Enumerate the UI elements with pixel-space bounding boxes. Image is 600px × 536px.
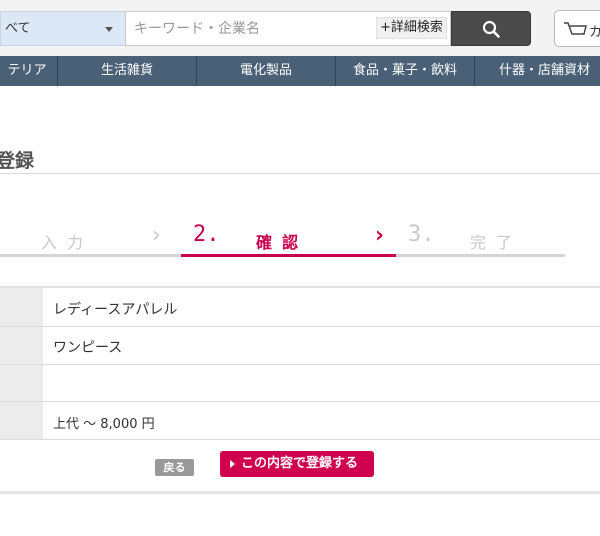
nav-item-store-supplies[interactable]: 什器・店舗資材: [474, 56, 600, 86]
step-2-label: 確認: [256, 233, 309, 252]
table-row: ワンピース: [0, 327, 600, 365]
table-header-cell: [0, 402, 43, 439]
step-active-marker: [181, 254, 396, 257]
step-1-label: 入力: [41, 233, 94, 252]
chevron-right-icon: ›: [375, 223, 385, 248]
category-nav: テリア 生活雑貨 電化製品 食品・菓子・飲料 什器・店舗資材: [0, 56, 600, 86]
table-cell: 上代 〜 8,000 円: [53, 417, 155, 432]
chevron-right-icon: ›: [152, 223, 161, 248]
step-2-number: 2.: [193, 222, 220, 247]
advanced-search-link[interactable]: +詳細検索: [376, 17, 447, 39]
cart-icon: [564, 22, 587, 35]
nav-item-food[interactable]: 食品・菓子・飲料: [335, 56, 474, 86]
nav-item-electronics[interactable]: 電化製品: [196, 56, 335, 86]
submit-button[interactable]: この内容で登録する: [220, 451, 374, 477]
cart-button[interactable]: カ: [554, 10, 600, 47]
step-3-label: 完了: [470, 233, 523, 252]
table-header-cell: [0, 365, 43, 401]
category-select[interactable]: べて: [0, 11, 125, 46]
nav-item-household-goods[interactable]: 生活雑貨: [57, 56, 196, 86]
divider: [0, 173, 600, 174]
page-title: 登録: [0, 150, 35, 172]
play-icon: [230, 460, 235, 468]
submit-label: この内容で登録する: [241, 456, 359, 471]
table-row: レディースアパレル: [0, 288, 600, 327]
table-row: 上代 〜 8,000 円: [0, 402, 600, 440]
caret-down-icon: [105, 27, 113, 32]
divider: [0, 491, 600, 494]
search-bar: べて +詳細検索 カ: [0, 0, 600, 56]
category-select-value: べて: [5, 21, 31, 36]
table-row: [0, 365, 600, 402]
nav-item-interior[interactable]: テリア: [0, 56, 57, 86]
table-cell: レディースアパレル: [53, 302, 178, 318]
search-icon: [482, 20, 500, 38]
back-button[interactable]: 戻る: [155, 459, 194, 476]
table-cell: ワンピース: [53, 340, 123, 356]
cart-label: カ: [589, 25, 600, 40]
table-header-cell: [0, 288, 43, 326]
page: べて +詳細検索 カ テリア 生活雑貨 電化製品 食品・菓子・飲料 什器・店舗資…: [0, 0, 600, 536]
step-3-number: 3.: [408, 222, 435, 247]
table-header-cell: [0, 327, 43, 364]
search-button[interactable]: [451, 11, 531, 46]
